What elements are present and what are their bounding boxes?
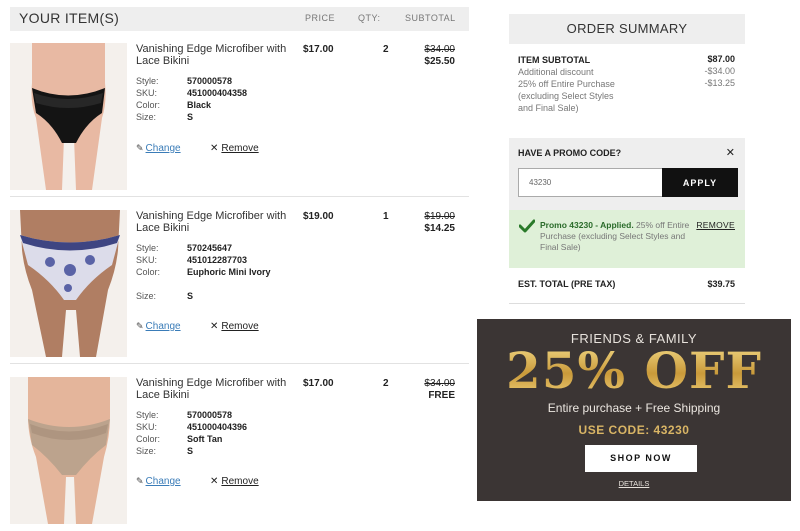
- promo-banner[interactable]: FRIENDS & FAMILY 25% OFF Entire purchase…: [477, 319, 791, 501]
- estimated-total: EST. TOTAL (PRE TAX) $39.75: [509, 270, 745, 304]
- sku-label: SKU:: [136, 88, 158, 98]
- size-value: S: [187, 291, 194, 301]
- est-total-value: $39.75: [707, 279, 735, 289]
- banner-subheading: Entire purchase + Free Shipping: [547, 401, 721, 415]
- subtotal-original: $19.00: [424, 211, 455, 222]
- cart-header: YOUR ITEM(S) PRICE QTY: SUBTOTAL: [10, 7, 469, 31]
- est-total-label: EST. TOTAL (PRE TAX): [518, 279, 616, 289]
- remove-link[interactable]: ✕ Remove: [210, 143, 259, 154]
- item-price: $17.00: [303, 378, 334, 389]
- promo-applied-message: Promo 43230 - Applied. 25% off Entire Pu…: [509, 210, 745, 268]
- cart-item-row: Vanishing Edge Microfiber with Lace Biki…: [10, 210, 469, 364]
- color-value: Black: [187, 100, 212, 110]
- item-qty[interactable]: 2: [383, 378, 389, 389]
- subtotal-original: $34.00: [424, 378, 455, 389]
- pencil-icon: ✎: [136, 143, 144, 153]
- change-link[interactable]: ✎ Change: [136, 143, 181, 154]
- close-icon: ✕: [210, 143, 219, 154]
- color-value: Euphoric Mini Ivory: [187, 267, 271, 277]
- item-qty[interactable]: 1: [383, 211, 389, 222]
- size-value: S: [187, 112, 194, 122]
- cart-item-row: Vanishing Edge Microfiber with Lace Biki…: [10, 43, 469, 197]
- style-value: 570245647: [187, 243, 233, 253]
- sku-value: 451012287703: [187, 255, 248, 265]
- subtotal-discounted: $14.25: [424, 223, 455, 234]
- product-name[interactable]: Vanishing Edge Microfiber with Lace Biki…: [136, 377, 296, 401]
- subtotal-discounted: $25.50: [424, 56, 455, 67]
- cart-item-row: Vanishing Edge Microfiber with Lace Biki…: [10, 377, 469, 527]
- remove-label: Remove: [221, 476, 259, 487]
- size-value: S: [187, 446, 194, 456]
- color-label: Color:: [136, 267, 161, 277]
- subtotal-discounted: FREE: [428, 390, 455, 401]
- size-label: Size:: [136, 291, 157, 301]
- subtotal-column-header: SUBTOTAL: [405, 13, 456, 23]
- change-label: Change: [145, 476, 181, 487]
- change-label: Change: [145, 143, 181, 154]
- cart-title: YOUR ITEM(S): [19, 10, 120, 26]
- remove-label: Remove: [221, 143, 259, 154]
- style-label: Style:: [136, 76, 159, 86]
- style-label: Style:: [136, 410, 159, 420]
- color-value: Soft Tan: [187, 434, 223, 444]
- remove-label: Remove: [221, 321, 259, 332]
- pencil-icon: ✎: [136, 476, 144, 486]
- product-image[interactable]: [10, 43, 127, 190]
- summary-lines: ITEM SUBTOTAL $87.00 Additional discount…: [509, 44, 745, 137]
- shop-now-button[interactable]: SHOP NOW: [585, 445, 697, 472]
- style-value: 570000578: [187, 410, 233, 420]
- sku-label: SKU:: [136, 255, 158, 265]
- item-subtotal-value: $87.00: [707, 54, 735, 64]
- item-price: $17.00: [303, 44, 334, 55]
- item-price: $19.00: [303, 211, 334, 222]
- promo-applied-text: Promo 43230 - Applied. 25% off Entire Pu…: [540, 220, 690, 253]
- style-label: Style:: [136, 243, 159, 253]
- close-icon: ✕: [210, 321, 219, 332]
- change-link[interactable]: ✎ Change: [136, 321, 181, 332]
- order-summary: ORDER SUMMARY ITEM SUBTOTAL $87.00 Addit…: [509, 14, 745, 304]
- sku-label: SKU:: [136, 422, 158, 432]
- color-label: Color:: [136, 434, 161, 444]
- promo-discount-label: 25% off Entire Purchase (excluding Selec…: [518, 79, 615, 113]
- promo-discount-value: -$13.25: [704, 78, 735, 88]
- subtotal-original: $34.00: [424, 44, 455, 55]
- item-qty[interactable]: 2: [383, 44, 389, 55]
- additional-discount-label: Additional discount: [518, 67, 594, 77]
- order-summary-title: ORDER SUMMARY: [509, 14, 745, 44]
- banner-code: USE CODE: 43230: [578, 423, 690, 437]
- banner-discount: 25% OFF: [477, 341, 791, 400]
- additional-discount-value: -$34.00: [704, 66, 735, 76]
- product-image[interactable]: [10, 377, 127, 524]
- remove-link[interactable]: ✕ Remove: [210, 321, 259, 332]
- checkmark-icon: [519, 219, 535, 233]
- product-image[interactable]: [10, 210, 127, 357]
- size-label: Size:: [136, 112, 157, 122]
- item-subtotal-label: ITEM SUBTOTAL: [518, 55, 591, 65]
- remove-link[interactable]: ✕ Remove: [210, 476, 259, 487]
- product-name[interactable]: Vanishing Edge Microfiber with Lace Biki…: [136, 43, 296, 67]
- price-column-header: PRICE: [305, 13, 336, 23]
- promo-applied-strong: Promo 43230 - Applied.: [540, 220, 634, 230]
- change-label: Change: [145, 321, 181, 332]
- promo-code-heading: HAVE A PROMO CODE?: [518, 148, 622, 158]
- details-link[interactable]: DETAILS: [477, 479, 791, 488]
- qty-column-header: QTY:: [358, 13, 381, 23]
- sku-value: 451000404358: [187, 88, 248, 98]
- change-link[interactable]: ✎ Change: [136, 476, 181, 487]
- promo-code-input[interactable]: [518, 168, 663, 197]
- sku-value: 451000404396: [187, 422, 248, 432]
- promo-remove-link[interactable]: REMOVE: [696, 220, 735, 230]
- size-label: Size:: [136, 446, 157, 456]
- pencil-icon: ✎: [136, 321, 144, 331]
- apply-button[interactable]: APPLY: [662, 168, 738, 197]
- product-name[interactable]: Vanishing Edge Microfiber with Lace Biki…: [136, 210, 296, 234]
- close-icon: ✕: [210, 476, 219, 487]
- style-value: 570000578: [187, 76, 233, 86]
- color-label: Color:: [136, 100, 161, 110]
- close-icon[interactable]: ✕: [726, 146, 735, 159]
